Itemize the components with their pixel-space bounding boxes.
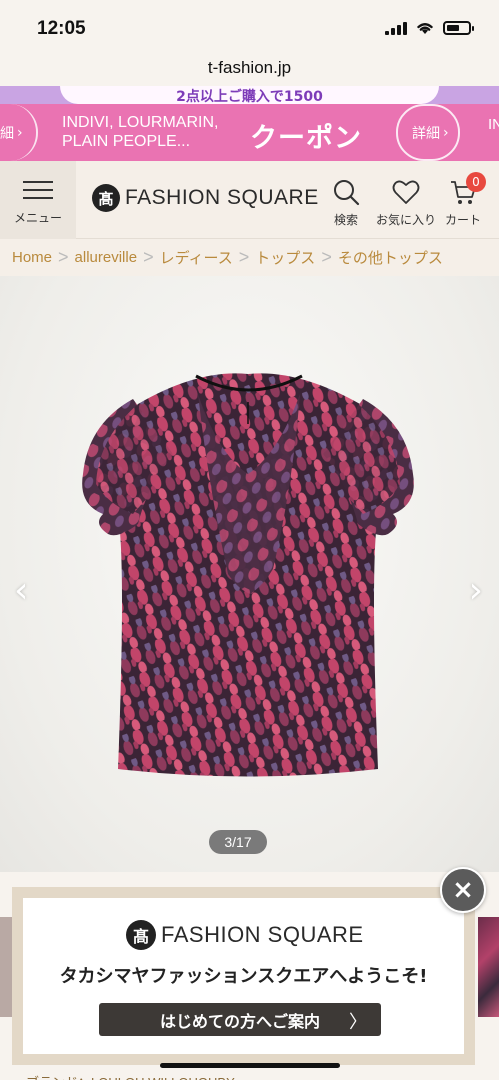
status-time: 12:05 — [37, 18, 86, 39]
coupon-title: クーポン — [250, 123, 362, 154]
hamburger-icon — [23, 181, 53, 199]
battery-icon — [443, 21, 474, 35]
signal-icon — [385, 21, 407, 35]
chevron-right-icon: > — [58, 247, 69, 267]
product-image-gallery[interactable]: ‹ › 3/17 — [0, 276, 499, 872]
coupon-next-label[interactable]: IN — [488, 116, 499, 133]
breadcrumb-tops[interactable]: トップス — [255, 247, 315, 268]
menu-label: メニュー — [13, 211, 62, 225]
promo-banner-top[interactable]: 2点以上ご購入で1500 — [0, 86, 499, 104]
coupon-brands-line2: PLAIN PEOPLE... — [62, 133, 191, 150]
search-label: 検索 — [333, 213, 358, 227]
heart-icon — [391, 177, 421, 207]
logo-mark-icon: 髙 — [92, 184, 120, 212]
brand-line: ブランド：LOULOU WILLOUGHBY — [0, 1068, 499, 1080]
chevron-right-icon: › — [443, 124, 449, 141]
cart-button[interactable]: 0 カート — [445, 172, 486, 228]
breadcrumb-home[interactable]: Home — [12, 249, 52, 266]
cart-label: カート — [445, 213, 482, 227]
close-icon: × — [452, 875, 474, 905]
cart-count-badge: 0 — [466, 172, 486, 192]
coupon-prev-tab[interactable]: 細 › — [0, 104, 38, 161]
site-header: メニュー 髙 FASHION SQUARE 検索 お気に入り 0 カート — [0, 161, 499, 239]
favorites-button[interactable]: お気に入り — [376, 177, 436, 228]
thumbnail-edge-right[interactable] — [478, 917, 499, 1017]
chevron-right-icon: 〉 — [349, 1012, 367, 1033]
search-icon — [331, 177, 361, 207]
gallery-prev-arrow[interactable]: ‹ — [14, 570, 28, 611]
promo-text: 2点以上ご購入で1500 — [176, 89, 323, 104]
gallery-next-arrow[interactable]: › — [469, 570, 483, 611]
chevron-right-icon: > — [321, 247, 332, 267]
welcome-logo-text: FASHION SQUARE — [161, 922, 364, 947]
chevron-right-icon: > — [238, 247, 250, 267]
status-bar: 12:05 — [0, 0, 499, 58]
chevron-right-icon: › — [17, 124, 23, 141]
coupon-left-label: 細 — [0, 125, 14, 142]
chevron-right-icon: > — [143, 247, 154, 267]
coupon-detail-label: 詳細 — [412, 125, 440, 142]
wifi-icon — [417, 23, 433, 34]
promo-strip: 2点以上ご購入で1500 — [60, 86, 439, 104]
coupon-banner[interactable]: 細 › INDIVI, LOURMARIN, PLAIN PEOPLE... ク… — [0, 104, 499, 161]
breadcrumb: Home > allureville > レディース > トップス > その他ト… — [0, 239, 499, 277]
gallery-counter: 3/17 — [209, 830, 267, 854]
first-time-guide-button[interactable]: はじめての方へご案内 〉 — [99, 1003, 381, 1036]
menu-button[interactable]: メニュー — [0, 161, 76, 239]
first-time-guide-label: はじめての方へご案内 — [159, 1011, 320, 1031]
site-logo[interactable]: 髙 FASHION SQUARE — [92, 184, 319, 212]
coupon-brands-line1: INDIVI, LOURMARIN, — [62, 114, 219, 131]
breadcrumb-brand[interactable]: allureville — [75, 249, 138, 266]
welcome-logo: 髙 FASHION SQUARE — [126, 920, 364, 950]
home-indicator[interactable] — [160, 1063, 340, 1068]
search-button[interactable]: 検索 — [331, 177, 361, 228]
thumbnail-edge-left[interactable] — [0, 917, 12, 1017]
favorites-label: お気に入り — [376, 213, 437, 227]
breadcrumb-ladies[interactable]: レディース — [160, 247, 233, 268]
url-text: t-fashion.jp — [207, 58, 292, 77]
close-popup-button[interactable]: × — [440, 867, 486, 913]
logo-mark-icon: 髙 — [126, 920, 156, 950]
product-image — [82, 373, 414, 777]
url-bar[interactable]: t-fashion.jp — [0, 58, 499, 86]
status-icons — [385, 21, 474, 35]
cart-icon: 0 — [448, 172, 486, 207]
welcome-popup: 髙 FASHION SQUARE タカシマヤファッションスクエアへようこそ! は… — [12, 887, 475, 1065]
welcome-message: タカシマヤファッションスクエアへようこそ! — [59, 966, 428, 987]
breadcrumb-other-tops[interactable]: その他トップス — [338, 247, 443, 268]
coupon-detail-button[interactable]: 詳細 › — [396, 104, 460, 161]
brand-line-text: ブランド：LOULOU WILLOUGHBY — [26, 1072, 235, 1080]
logo-text: FASHION SQUARE — [125, 186, 319, 209]
coupon-brands: INDIVI, LOURMARIN, PLAIN PEOPLE... — [62, 113, 218, 151]
